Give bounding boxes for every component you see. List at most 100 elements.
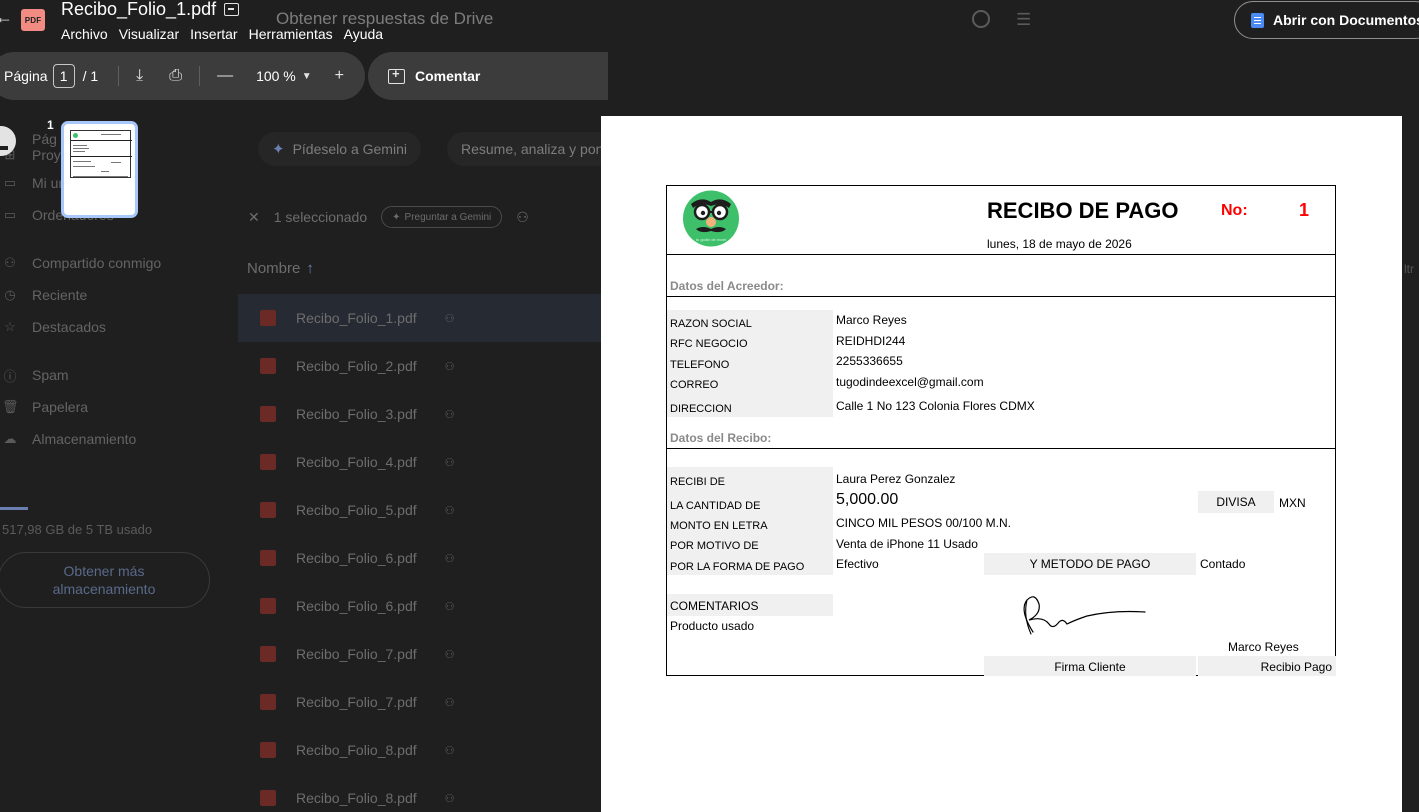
nav-item-icon: ☁	[3, 431, 17, 446]
thumbnail-line	[73, 148, 89, 149]
creditor-section-title: Datos del Acreedor:	[670, 279, 784, 293]
drive-file-list: Recibo_Folio_1.pdf ⚇ Recibo_Folio_2.pdf ⚇ Re…	[238, 294, 601, 812]
drive-cut-right-text: ltr	[1404, 262, 1414, 276]
thumbnail-line	[73, 145, 87, 146]
drive-gemini-chip-label: Pídeselo a Gemini	[292, 141, 407, 157]
nav-item-icon: 🗑	[2, 399, 19, 414]
share-person-icon: ⚇	[516, 208, 529, 225]
drive-gemini-row: ✦ Pídeselo a Gemini Resume, analiza y po…	[258, 132, 618, 166]
nav-item-label: Papelera	[32, 399, 89, 415]
open-with-docs-button[interactable]: Abrir con Documentos	[1234, 1, 1419, 39]
thumbnail-logo	[73, 133, 78, 138]
print-icon[interactable]: ⎙	[169, 67, 182, 85]
receiver-name: Marco Reyes	[1228, 640, 1299, 654]
drive-file-name: Recibo_Folio_3.pdf	[296, 406, 417, 422]
thumbnail-line	[71, 140, 132, 141]
page-label: Página	[4, 68, 48, 84]
drive-file-name: Recibo_Folio_7.pdf	[296, 694, 417, 710]
amount-label: LA CANTIDAD DE	[670, 500, 761, 512]
drive-nav-item: ◷ Reciente	[0, 279, 87, 311]
thumbnail-line	[101, 134, 121, 135]
logo-text: tu godin de excel	[696, 237, 726, 242]
gemini-spark-icon: ✦	[392, 211, 401, 223]
menu-item-archivo[interactable]: Archivo	[61, 26, 108, 42]
menu-item-visualizar[interactable]: Visualizar	[119, 26, 179, 42]
drive-file-row: Recibo_Folio_4.pdf ⚇	[238, 438, 601, 486]
pdf-file-icon	[260, 310, 276, 326]
zoom-select[interactable]: 100 % ▼	[256, 68, 312, 84]
drive-file-row: Recibo_Folio_5.pdf ⚇	[238, 486, 601, 534]
thumbnail-line	[73, 166, 95, 167]
drive-file-row: Recibo_Folio_6.pdf ⚇	[238, 534, 601, 582]
drive-column-header: Nombre ↑	[247, 260, 314, 277]
zoom-in-icon[interactable]: +	[335, 67, 344, 85]
thumbnail-line	[73, 151, 85, 152]
divider-line	[667, 254, 1335, 255]
file-title-text: Recibo_Folio_1.pdf	[61, 0, 217, 19]
drive-file-row: Recibo_Folio_8.pdf ⚇	[238, 774, 601, 812]
nav-item-icon: ⚇	[4, 255, 16, 270]
pdf-file-icon	[260, 550, 276, 566]
currency-value: MXN	[1279, 496, 1306, 510]
zoom-out-icon[interactable]: —	[217, 67, 233, 85]
drive-file-name: Recibo_Folio_5.pdf	[296, 502, 417, 518]
comment-button[interactable]: Comentar	[368, 52, 608, 100]
drive-nav-item: ⚇ Compartido conmigo	[0, 247, 161, 279]
shared-people-icon: ⚇	[444, 792, 455, 805]
file-title: Recibo_Folio_1.pdf	[61, 0, 240, 20]
back-arrow-icon[interactable]: ←	[0, 7, 13, 28]
menu-item-insertar[interactable]: Insertar	[190, 26, 237, 42]
receipt-number-label: No:	[1221, 202, 1248, 219]
drive-file-name: Recibo_Folio_8.pdf	[296, 790, 417, 806]
shared-people-icon: ⚇	[444, 696, 455, 709]
viewer-header: ← PDF Recibo_Folio_1.pdf Archivo Visualiz…	[0, 0, 1419, 48]
handwritten-signature-icon	[1023, 596, 1146, 635]
pdf-file-icon	[260, 502, 276, 518]
menu-item-herramientas[interactable]: Herramientas	[249, 26, 333, 42]
shared-people-icon: ⚇	[444, 312, 455, 325]
drive-file-name: Recibo_Folio_6.pdf	[296, 598, 417, 614]
drive-file-row: Recibo_Folio_1.pdf ⚇	[238, 294, 601, 342]
nav-item-icon: ◷	[4, 287, 16, 302]
viewer-toolbar: Página 1 / 1 ⤓ ⎙ — 100 % ▼ +	[0, 52, 365, 100]
drive-file-row: Recibo_Folio_8.pdf ⚇	[238, 726, 601, 774]
godin-logo-icon: tu godin de excel	[683, 190, 739, 247]
page-number-input[interactable]: 1	[52, 64, 75, 88]
pdf-file-icon	[260, 790, 276, 806]
received-payment-label: Recibio Pago	[1198, 656, 1336, 676]
move-to-folder-icon[interactable]	[224, 3, 240, 16]
drive-file-name: Recibo_Folio_6.pdf	[296, 550, 417, 566]
reason-value: Venta de iPhone 11 Usado	[836, 537, 978, 551]
drive-file-row: Recibo_Folio_2.pdf ⚇	[238, 342, 601, 390]
nav-item-label: Compartido conmigo	[32, 255, 162, 271]
menu-item-ayuda[interactable]: Ayuda	[344, 26, 383, 42]
shared-people-icon: ⚇	[444, 360, 455, 373]
thumbnail-line	[101, 171, 109, 172]
clear-selection-icon: ✕	[248, 208, 260, 225]
total-pages: / 1	[82, 68, 99, 84]
drive-nav-item: ☁ Almacenamiento	[0, 423, 137, 455]
nav-item-label: Almacenamiento	[32, 431, 137, 447]
divider-line	[667, 296, 1335, 297]
divider-line	[667, 448, 1335, 449]
thumbnail-line	[73, 161, 91, 162]
pdf-file-icon	[260, 646, 276, 662]
receipt-number: 1	[1299, 200, 1310, 220]
zoom-value: 100 %	[256, 68, 296, 84]
creditor-value: tugodindeexcel@gmail.com	[836, 375, 984, 389]
drive-selection-bar: ✕ 1 seleccionado ✦ Preguntar a Gemini ⚇	[248, 206, 529, 228]
comments-value: Producto usado	[670, 619, 755, 633]
received-from-value: Laura Perez Gonzalez	[836, 472, 956, 486]
drive-nav-item: ⓘ Spam	[0, 359, 68, 391]
amount-words-value: CINCO MIL PESOS 00/100 M.N.	[836, 516, 1011, 530]
page-thumbnail[interactable]	[61, 121, 138, 218]
thumbnail-line	[73, 176, 128, 177]
drive-file-name: Recibo_Folio_2.pdf	[296, 358, 417, 374]
pdf-file-icon	[260, 598, 276, 614]
sort-arrow-icon: ↑	[306, 260, 314, 277]
nav-item-label: Proy	[32, 147, 61, 163]
drive-file-row: Recibo_Folio_3.pdf ⚇	[238, 390, 601, 438]
payment-form-value: Efectivo	[836, 557, 879, 571]
pdf-page: tu godin de excel RECIBO DE PAGO No: 1 l…	[601, 116, 1402, 812]
download-icon[interactable]: ⤓	[136, 67, 143, 85]
